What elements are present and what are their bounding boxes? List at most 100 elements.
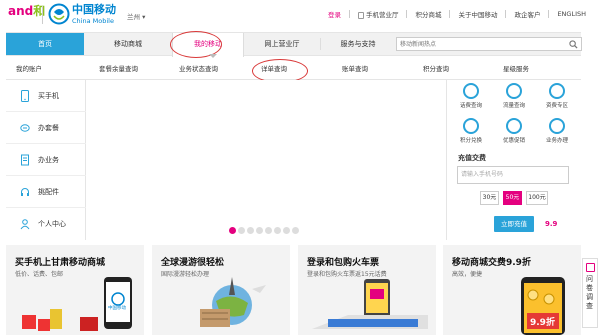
tab-service[interactable]: 服务与支持 (320, 33, 396, 55)
city-label: 兰州 (127, 13, 140, 21)
carousel-dot[interactable] (292, 227, 299, 234)
side-item-label: 买手机 (38, 92, 59, 100)
subnav-star-service[interactable]: 星级服务 (503, 58, 529, 80)
china-mobile-logo-icon[interactable] (48, 3, 70, 25)
points-icon (463, 118, 479, 134)
promo-card-train-ticket[interactable]: 登录和包购火车票 登录和包购火车票返15元话费 (298, 245, 436, 335)
logo-divider (42, 6, 43, 24)
mobile-hall-link[interactable]: 手机营业厅 (357, 9, 399, 19)
carousel-dot[interactable] (247, 227, 254, 234)
carousel-dot[interactable] (274, 227, 281, 234)
service-label: 流量查询 (502, 103, 525, 109)
subnav-detail-query[interactable]: 详单查询 (261, 58, 287, 80)
and-logo[interactable]: and和 (8, 4, 45, 18)
headphones-icon (21, 188, 29, 196)
main-nav: 首页 移动商城 我的移动 网上营业厅 服务与支持 (6, 32, 582, 57)
side-item-package[interactable]: 办套餐 (6, 112, 86, 144)
tab-online-hall[interactable]: 网上营业厅 (244, 33, 320, 55)
search-icon[interactable] (569, 40, 578, 49)
carousel-dot[interactable] (283, 227, 290, 234)
side-item-buy-phone[interactable]: 买手机 (6, 80, 86, 112)
tariff-icon (549, 83, 565, 99)
side-item-personal-center[interactable]: 个人中心 (6, 208, 86, 240)
divider (449, 10, 451, 18)
survey-icon (586, 263, 595, 272)
divider (348, 10, 350, 18)
service-bill-query[interactable]: 话费查询 (451, 83, 491, 109)
login-link[interactable]: 登录 (328, 9, 341, 19)
service-label: 优惠促销 (502, 138, 525, 144)
service-promotions[interactable]: 优惠促销 (494, 118, 534, 144)
divider (406, 10, 408, 18)
service-label: 资费专区 (545, 103, 568, 109)
train-ticket-illustration (312, 279, 428, 329)
amount-option[interactable]: 100元 (526, 191, 548, 205)
promo-cards: 买手机上甘肃移动商城 低价、话费、包邮 中国移动 全球漫游很轻松 国际漫游轻松办… (6, 245, 581, 335)
promo-title: 买手机上甘肃移动商城 (15, 258, 106, 268)
search-box[interactable] (396, 37, 582, 51)
tab-mall[interactable]: 移动商城 (84, 33, 172, 55)
city-selector[interactable]: 兰州 ▾ (127, 11, 145, 21)
mobile-hall-label: 手机营业厅 (365, 11, 399, 19)
carousel-dot[interactable] (265, 227, 272, 234)
carousel-dots (229, 227, 299, 234)
service-label: 话费查询 (459, 103, 482, 109)
divider (505, 10, 507, 18)
he-logo-text: 和 (33, 4, 46, 18)
carousel-dot[interactable] (229, 227, 236, 234)
header: and和 中国移动 China Mobile 兰州 ▾ 登录 手机营业厅 积分商… (0, 0, 600, 32)
amount-option-selected[interactable]: 50元 (503, 191, 522, 205)
side-item-accessories[interactable]: 挑配件 (6, 176, 86, 208)
promo-card-roaming[interactable]: 全球漫游很轻松 国际漫游轻松办理 (152, 245, 290, 335)
recharge-title: 充值交费 (458, 154, 486, 162)
business-icon (549, 118, 565, 134)
survey-float-tab[interactable]: 问卷调查 (582, 258, 598, 328)
enterprise-link[interactable]: 政企客户 (514, 9, 540, 19)
search-input[interactable] (400, 39, 560, 50)
promo-card-buy-phone[interactable]: 买手机上甘肃移动商城 低价、话费、包邮 中国移动 (6, 245, 144, 335)
bill-icon (463, 83, 479, 99)
package-icon (20, 124, 30, 132)
price-tag-text: 9.9折 (530, 318, 555, 328)
service-points-exchange[interactable]: 积分兑换 (451, 118, 491, 144)
english-link[interactable]: ENGLISH (557, 10, 586, 18)
sub-nav: 我的账户 套餐余量查询 业务状态查询 详单查询 账单查询 积分查询 星级服务 (6, 58, 581, 80)
subnav-service-status[interactable]: 业务状态查询 (179, 58, 218, 80)
banner-carousel[interactable] (88, 80, 444, 240)
service-label: 积分兑换 (459, 138, 482, 144)
phone-number-input[interactable]: 请输入手机号码 (457, 166, 569, 184)
subnav-package-balance[interactable]: 套餐余量查询 (99, 58, 138, 80)
service-panel: 话费查询 流量查询 资费专区 积分兑换 优惠促销 业务办理 充值交费 请输入手机… (446, 80, 581, 240)
discount-label: 9.9 (545, 220, 558, 228)
subnav-points-query[interactable]: 积分查询 (423, 58, 449, 80)
side-item-label: 挑配件 (38, 188, 59, 196)
points-mall-link[interactable]: 积分商城 (415, 9, 441, 19)
service-tariff[interactable]: 资费专区 (537, 83, 577, 109)
service-data-query[interactable]: 流量查询 (494, 83, 534, 109)
chevron-down-icon: ▾ (140, 13, 146, 21)
side-item-label: 办业务 (38, 156, 59, 164)
subnav-bill-query[interactable]: 账单查询 (342, 58, 368, 80)
service-label: 业务办理 (545, 138, 568, 144)
and-logo-text: and (8, 4, 34, 18)
side-item-label: 办套餐 (38, 124, 59, 132)
about-link[interactable]: 关于中国移动 (458, 9, 497, 19)
promo-title: 登录和包购火车票 (307, 258, 380, 268)
user-icon (20, 219, 30, 230)
subnav-my-account[interactable]: 我的账户 (16, 58, 42, 80)
service-business-handling[interactable]: 业务办理 (537, 118, 577, 144)
document-icon (21, 154, 29, 166)
carousel-dot[interactable] (238, 227, 245, 234)
brand-en: China Mobile (72, 17, 114, 25)
recharge-button[interactable]: 立即充值 (494, 216, 534, 232)
brand-cn: 中国移动 (72, 3, 116, 16)
carousel-dot[interactable] (256, 227, 263, 234)
tab-home[interactable]: 首页 (6, 33, 84, 55)
side-item-business[interactable]: 办业务 (6, 144, 86, 176)
tab-my-mobile[interactable]: 我的移动 (172, 33, 244, 57)
phone-icon (21, 90, 29, 102)
promo-card-recharge-discount[interactable]: 移动商城交费9.9折 高效，便捷 9.9折 (443, 245, 581, 335)
amount-option[interactable]: 30元 (480, 191, 499, 205)
side-menu: 买手机 办套餐 办业务 挑配件 个人中心 (6, 80, 86, 240)
promo-title: 全球漫游很轻松 (161, 258, 225, 268)
